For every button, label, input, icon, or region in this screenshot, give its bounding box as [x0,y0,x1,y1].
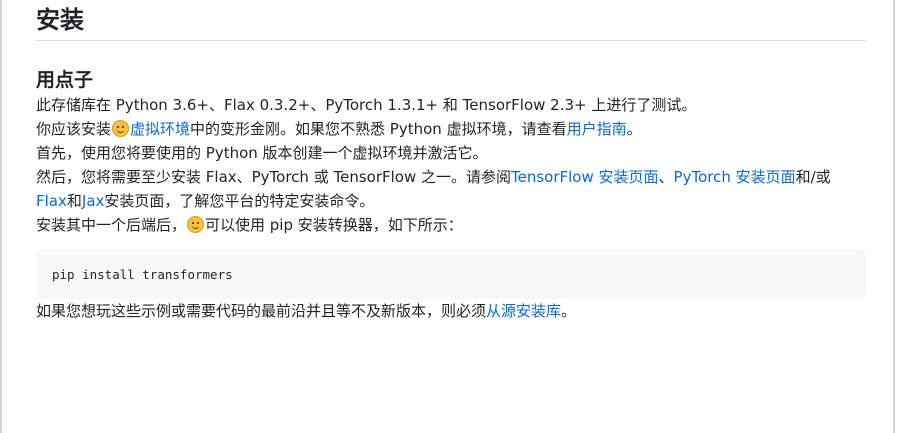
then-sep: 、 [658,168,674,186]
then-text-after: 安装页面，了解您平台的特定安装命令。 [104,192,375,210]
left-border [0,0,2,433]
readme-page: 安装 用点子 此存储库在 Python 3.6+、Flax 0.3.2+、PyT… [0,0,900,433]
pip-paragraph: 安装其中一个后端后， 可以使用 pip 安装转换器，如下所示： [36,213,866,237]
code-block[interactable]: pip install transformers [36,249,866,299]
hugging-face-emoji-icon [187,216,205,233]
tested-versions-paragraph: 此存储库在 Python 3.6+、Flax 0.3.2+、PyTorch 1.… [36,96,697,114]
source-text-after: 。 [561,302,577,320]
venv-text-middle: 中的变形金刚。如果您不熟悉 Python 虚拟环境，请查看 [190,120,567,138]
subsection-heading: 用点子 [36,69,94,91]
pytorch-install-link[interactable]: PyTorch 安装页面 [674,168,796,186]
source-install-paragraph: 如果您想玩这些示例或需要代码的最前沿并且等不及新版本，则必须从源安装库。 [36,299,866,323]
jax-link[interactable]: Jax [82,192,105,210]
tensorflow-install-link[interactable]: TensorFlow 安装页面 [511,168,659,186]
pip-install-command[interactable]: pip install transformers [52,267,233,282]
then-mid: 和/或 [795,168,831,186]
flax-link[interactable]: Flax [36,192,67,210]
venv-text-after: 。 [626,120,642,138]
right-border [893,0,895,433]
virtual-env-link[interactable]: 虚拟环境 [130,120,190,138]
hugging-face-emoji-icon [112,120,130,137]
source-text-before: 如果您想玩这些示例或需要代码的最前沿并且等不及新版本，则必须 [36,302,487,320]
section-heading: 安装 [36,0,866,41]
venv-paragraph: 你应该安装 虚拟环境中的变形金刚。如果您不熟悉 Python 虚拟环境，请查看用户… [36,117,866,141]
backend-install-paragraph: 然后，您将需要至少安装 Flax、PyTorch 或 TensorFlow 之一… [36,165,866,213]
then-text-before: 然后，您将需要至少安装 Flax、PyTorch 或 TensorFlow 之一… [36,168,511,186]
then-and: 和 [66,192,82,210]
first-paragraph: 首先，使用您将要使用的 Python 版本创建一个虚拟环境并激活它。 [36,144,488,162]
backend-text-before: 安装其中一个后端后， [36,216,187,234]
backend-text-after: 可以使用 pip 安装转换器，如下所示： [205,216,463,234]
install-from-source-link[interactable]: 从源安装库 [486,302,561,320]
user-guide-link[interactable]: 用户指南 [567,120,627,138]
venv-text-before: 你应该安装 [36,120,112,138]
markdown-body: 安装 用点子 此存储库在 Python 3.6+、Flax 0.3.2+、PyT… [36,0,866,323]
